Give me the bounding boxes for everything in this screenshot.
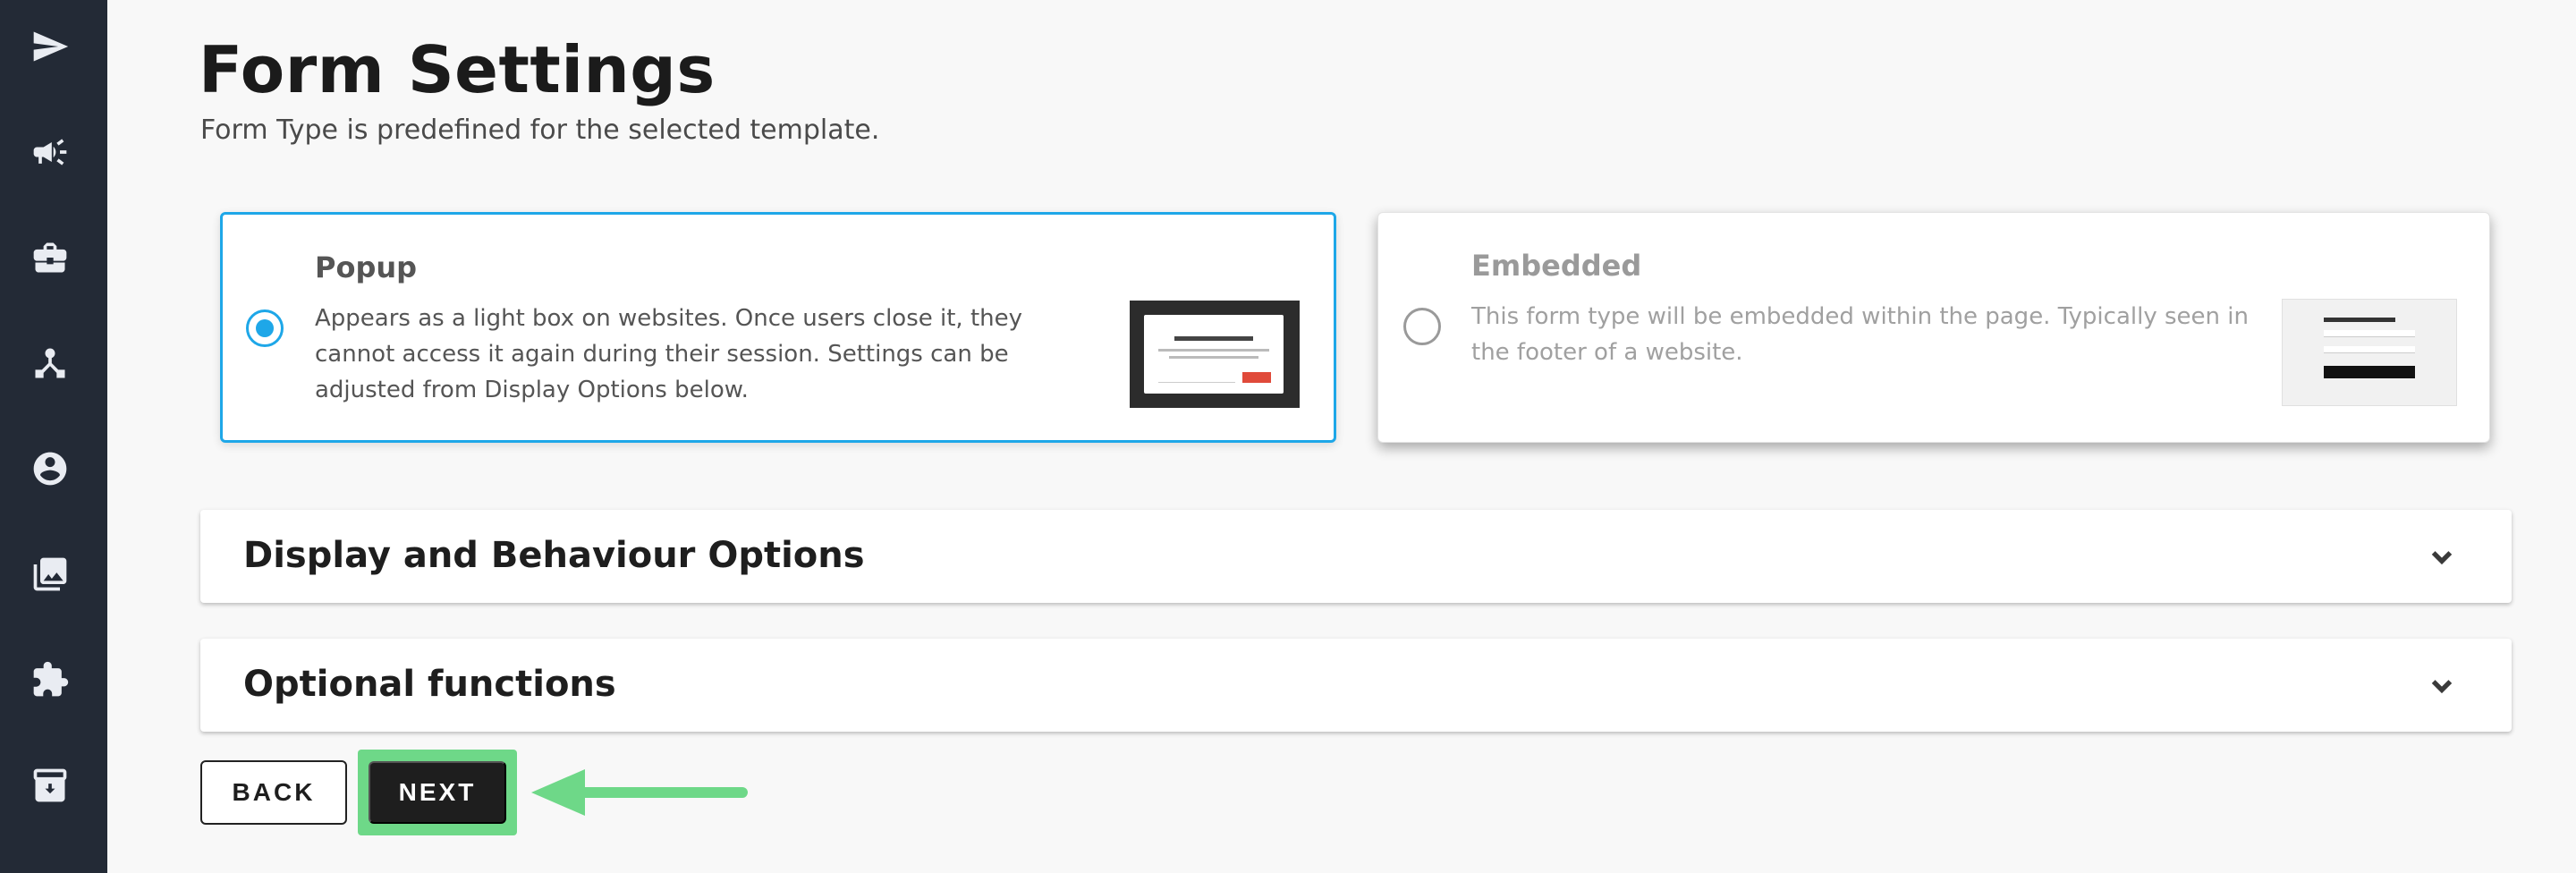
accordion-title: Optional functions: [243, 664, 616, 705]
archive-icon[interactable]: [27, 762, 73, 809]
page-title: Form Settings: [199, 32, 716, 107]
page-subtitle: Form Type is predefined for the selected…: [200, 114, 880, 146]
card-title: Popup: [315, 250, 418, 284]
card-description: This form type will be embedded within t…: [1471, 303, 2249, 366]
sidebar: [0, 0, 107, 873]
send-icon[interactable]: [27, 23, 73, 70]
popup-preview-image: [1130, 301, 1300, 408]
embedded-radio[interactable]: [1403, 308, 1441, 345]
account-circle-icon[interactable]: [27, 445, 73, 492]
embedded-preview-image: [2282, 299, 2457, 406]
accordion-title: Display and Behaviour Options: [243, 535, 865, 576]
chevron-down-icon[interactable]: [2428, 671, 2456, 699]
back-button[interactable]: BACK: [200, 760, 347, 825]
chevron-down-icon[interactable]: [2428, 542, 2456, 571]
form-type-card-embedded[interactable]: Embedded This form type will be embedded…: [1377, 212, 2490, 443]
accordion-display-behaviour[interactable]: Display and Behaviour Options: [200, 510, 2512, 603]
card-title: Embedded: [1471, 249, 1642, 283]
popup-radio[interactable]: [246, 309, 284, 347]
next-button[interactable]: NEXT: [369, 761, 506, 824]
pointer-arrow: [531, 769, 748, 816]
megaphone-icon[interactable]: [27, 129, 73, 175]
photo-library-icon[interactable]: [27, 551, 73, 598]
network-icon[interactable]: [27, 340, 73, 386]
briefcase-icon[interactable]: [27, 234, 73, 281]
form-type-card-popup[interactable]: Popup Appears as a light box on websites…: [220, 212, 1336, 443]
accordion-optional-functions[interactable]: Optional functions: [200, 639, 2512, 732]
card-description: Appears as a light box on websites. Once…: [315, 305, 1023, 403]
puzzle-icon[interactable]: [27, 657, 73, 703]
